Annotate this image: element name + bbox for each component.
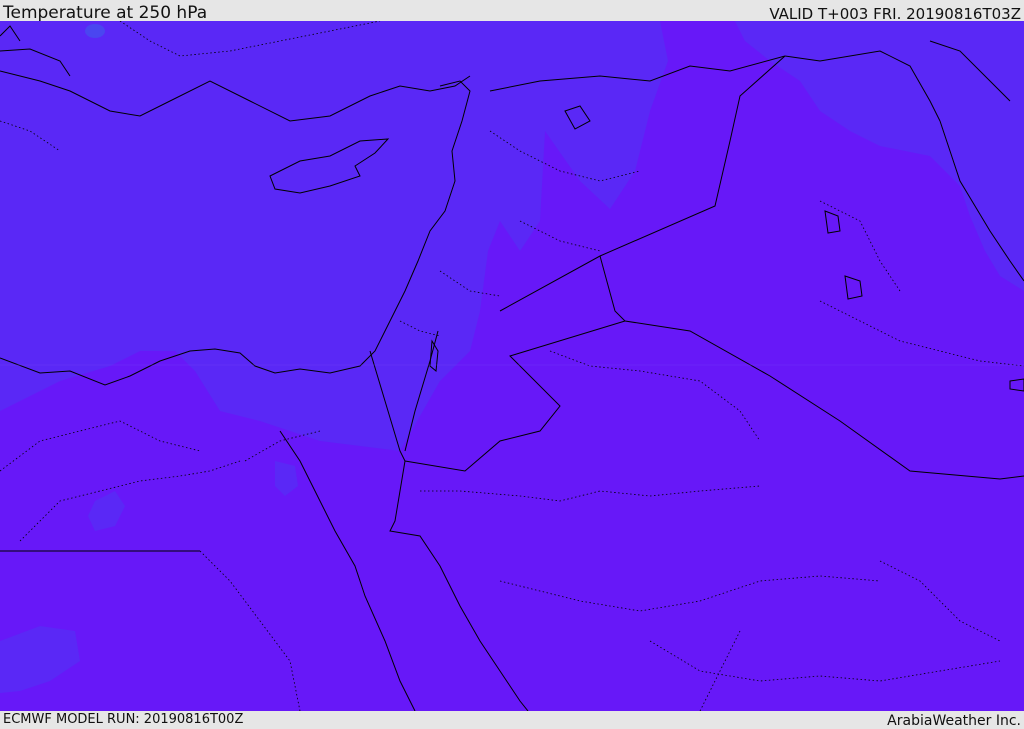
model-run-label: ECMWF MODEL RUN: 20190816T00Z	[3, 712, 244, 727]
temperature-field-cold-spot	[85, 24, 105, 38]
map-figure: Temperature at 250 hPa VALID T+003 FRI. …	[0, 0, 1024, 729]
map-canvas	[0, 21, 1024, 711]
credit-label: ArabiaWeather Inc.	[887, 713, 1021, 729]
footer-bar: ECMWF MODEL RUN: 20190816T00Z ArabiaWeat…	[0, 711, 1024, 729]
header-bar: Temperature at 250 hPa VALID T+003 FRI. …	[0, 0, 1024, 23]
map-title: Temperature at 250 hPa	[3, 3, 208, 23]
